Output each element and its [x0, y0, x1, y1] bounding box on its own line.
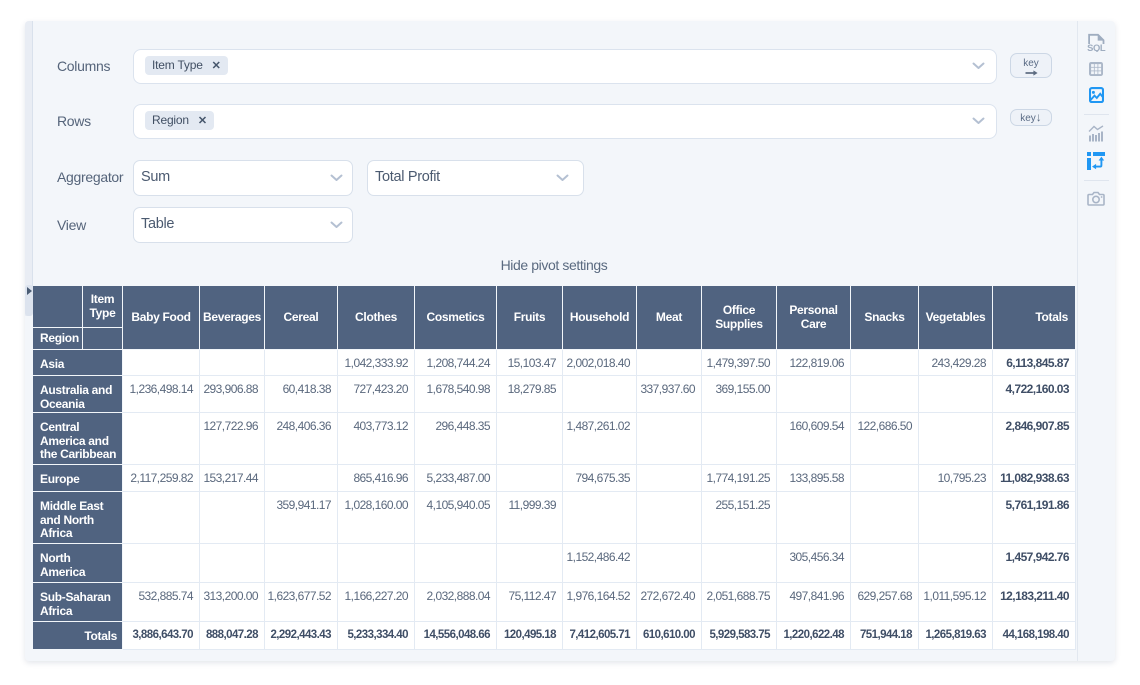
- svg-text:SQL: SQL: [1087, 42, 1106, 52]
